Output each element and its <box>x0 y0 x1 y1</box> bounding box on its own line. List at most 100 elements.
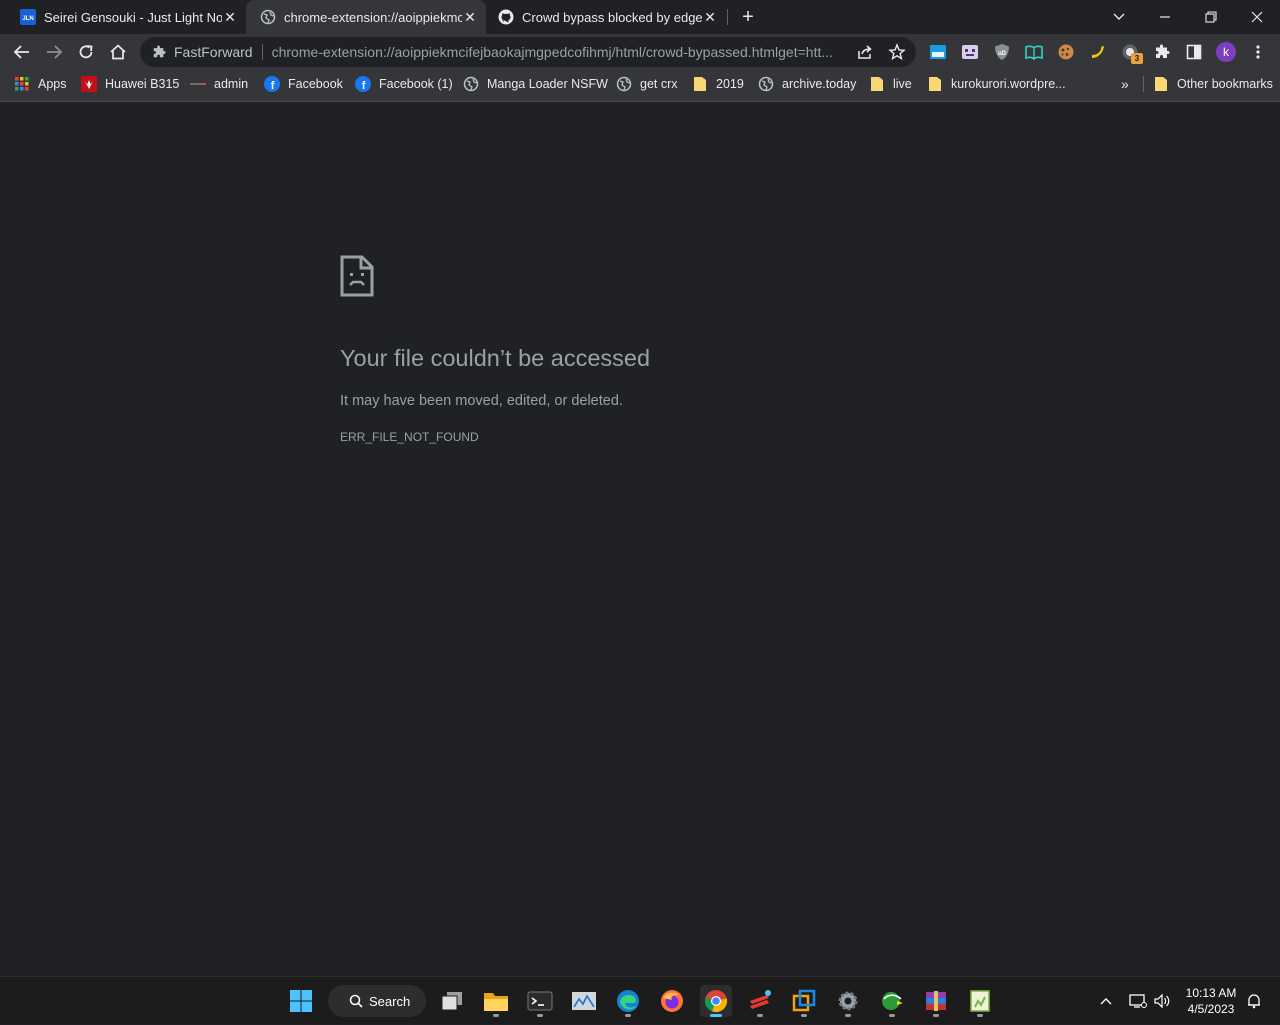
error-title: Your file couldn’t be accessed <box>340 345 651 371</box>
folder-icon <box>1153 76 1169 92</box>
chrome-icon <box>705 990 728 1013</box>
tab-chrome-extension[interactable]: chrome-extension://aoippiekmcif ✕ <box>246 0 486 34</box>
globe-icon <box>758 76 774 92</box>
network-button[interactable] <box>1126 977 1150 1025</box>
bookmarks-overflow-button[interactable]: » <box>1121 70 1129 98</box>
tab-search-button[interactable] <box>1096 0 1142 34</box>
start-button[interactable] <box>285 985 317 1017</box>
ublock-origin-icon[interactable]: uD <box>992 42 1012 62</box>
notifications-button[interactable] <box>1242 977 1266 1025</box>
tampermonkey-banana-icon[interactable] <box>1088 42 1108 62</box>
taskbar-internet-download[interactable] <box>876 985 908 1017</box>
extensions-menu-button[interactable] <box>1152 42 1172 62</box>
taskbar-winrar[interactable] <box>920 985 952 1017</box>
puzzle-icon <box>153 45 166 58</box>
bookmark-admin[interactable]: admin <box>190 70 248 98</box>
svg-text:f: f <box>362 80 366 92</box>
bookmark-star-button[interactable] <box>888 43 906 61</box>
tab-close-icon[interactable]: ✕ <box>222 9 238 25</box>
forward-button[interactable] <box>42 40 66 64</box>
network-icon <box>1129 994 1147 1008</box>
task-view-icon <box>441 992 462 1011</box>
taskbar-terminal[interactable] <box>524 985 556 1017</box>
extension-face-icon[interactable] <box>960 42 980 62</box>
bookmark-facebook[interactable]: f Facebook <box>264 70 343 98</box>
taskbar-photos[interactable] <box>568 985 600 1017</box>
folder-icon <box>869 76 885 92</box>
bookmark-apps[interactable]: Apps <box>14 70 67 98</box>
running-indicator <box>710 1014 722 1017</box>
extension-badge-icon[interactable]: 3 <box>1120 42 1143 64</box>
svg-text:f: f <box>271 80 275 92</box>
cookie-icon[interactable] <box>1056 42 1076 62</box>
book-reader-icon[interactable] <box>1024 42 1044 62</box>
profile-avatar[interactable]: k <box>1216 42 1236 62</box>
url-text[interactable]: chrome-extension://aoippiekmcifejbaokajm… <box>272 44 852 60</box>
close-window-button[interactable] <box>1234 0 1280 34</box>
taskbar-chrome[interactable] <box>700 985 732 1017</box>
back-button[interactable] <box>10 40 34 64</box>
edge-icon <box>617 990 639 1012</box>
clock-time: 10:13 AM <box>1185 986 1237 1000</box>
home-button[interactable] <box>106 40 130 64</box>
bookmark-get-crx[interactable]: get crx <box>616 70 678 98</box>
chrome-menu-button[interactable] <box>1248 42 1268 62</box>
globe-download-icon <box>882 992 903 1010</box>
bookmark-manga-loader[interactable]: Manga Loader NSFW <box>463 70 608 98</box>
bookmark-folder-live[interactable]: live <box>869 70 912 98</box>
home-icon <box>110 44 126 60</box>
share-button[interactable] <box>856 43 874 61</box>
running-indicator <box>977 1014 983 1017</box>
tab-close-icon[interactable]: ✕ <box>462 9 478 25</box>
taskbar-clock[interactable]: 10:13 AM 4/5/2023 <box>1180 985 1242 1017</box>
huawei-icon <box>81 76 97 92</box>
chart-window-icon <box>572 992 596 1010</box>
side-panel-button[interactable] <box>1184 42 1204 62</box>
tab-seirei-gensouki[interactable]: JLN Seirei Gensouki - Just Light Nove ✕ <box>0 0 246 34</box>
minimize-button[interactable] <box>1142 0 1188 34</box>
bookmark-label: Manga Loader NSFW <box>487 77 608 91</box>
tab-close-icon[interactable]: ✕ <box>702 9 718 25</box>
bookmark-label: Facebook (1) <box>379 77 453 91</box>
tab-title: Seirei Gensouki - Just Light Nove <box>44 9 222 25</box>
taskbar-file-explorer[interactable] <box>480 985 512 1017</box>
bookmark-folder-2019[interactable]: 2019 <box>692 70 744 98</box>
running-indicator <box>757 1014 763 1017</box>
tab-crowd-bypass[interactable]: Crowd bypass blocked by edge · ✕ <box>486 0 726 34</box>
search-label: Search <box>369 993 411 1009</box>
bookmark-label: kurokurori.wordpre... <box>951 77 1066 91</box>
arrow-left-icon <box>13 45 29 59</box>
running-indicator <box>537 1014 543 1017</box>
reload-button[interactable] <box>74 40 98 64</box>
extension-chip[interactable]: FastForward <box>152 44 253 60</box>
bookmark-archive-today[interactable]: archive.today <box>758 70 856 98</box>
extension-badge-count: 3 <box>1131 53 1143 64</box>
task-view-button[interactable] <box>436 985 468 1017</box>
volume-button[interactable] <box>1150 977 1174 1025</box>
taskbar-stack-app[interactable] <box>744 985 776 1017</box>
other-bookmarks-folder[interactable]: Other bookmarks <box>1153 70 1273 98</box>
folder-icon <box>927 76 943 92</box>
clock-date: 4/5/2023 <box>1187 1002 1235 1016</box>
bookmark-label: 2019 <box>716 77 744 91</box>
address-bar[interactable]: FastForward chrome-extension://aoippiekm… <box>140 37 916 67</box>
bookmark-folder-kurokurori[interactable]: kurokurori.wordpre... <box>927 70 1066 98</box>
taskbar-firefox[interactable] <box>656 985 688 1017</box>
running-indicator <box>933 1014 939 1017</box>
running-indicator <box>493 1014 499 1017</box>
new-tab-button[interactable]: + <box>737 6 759 28</box>
more-vertical-icon <box>1256 45 1260 59</box>
taskbar-edge[interactable] <box>612 985 644 1017</box>
taskbar-vmware[interactable] <box>788 985 820 1017</box>
running-indicator <box>845 1014 851 1017</box>
side-panel-icon <box>1186 44 1202 60</box>
extension-blue-window-icon[interactable] <box>928 42 948 62</box>
tab-separator <box>727 9 728 25</box>
restore-button[interactable] <box>1188 0 1234 34</box>
bookmark-facebook-1[interactable]: f Facebook (1) <box>355 70 453 98</box>
taskbar-notepad-plus[interactable] <box>964 985 996 1017</box>
show-hidden-icons-button[interactable] <box>1094 977 1118 1025</box>
taskbar-settings[interactable] <box>832 985 864 1017</box>
bookmark-huawei-b315[interactable]: Huawei B315 <box>81 70 179 98</box>
taskbar-search-button[interactable]: Search <box>328 985 426 1017</box>
